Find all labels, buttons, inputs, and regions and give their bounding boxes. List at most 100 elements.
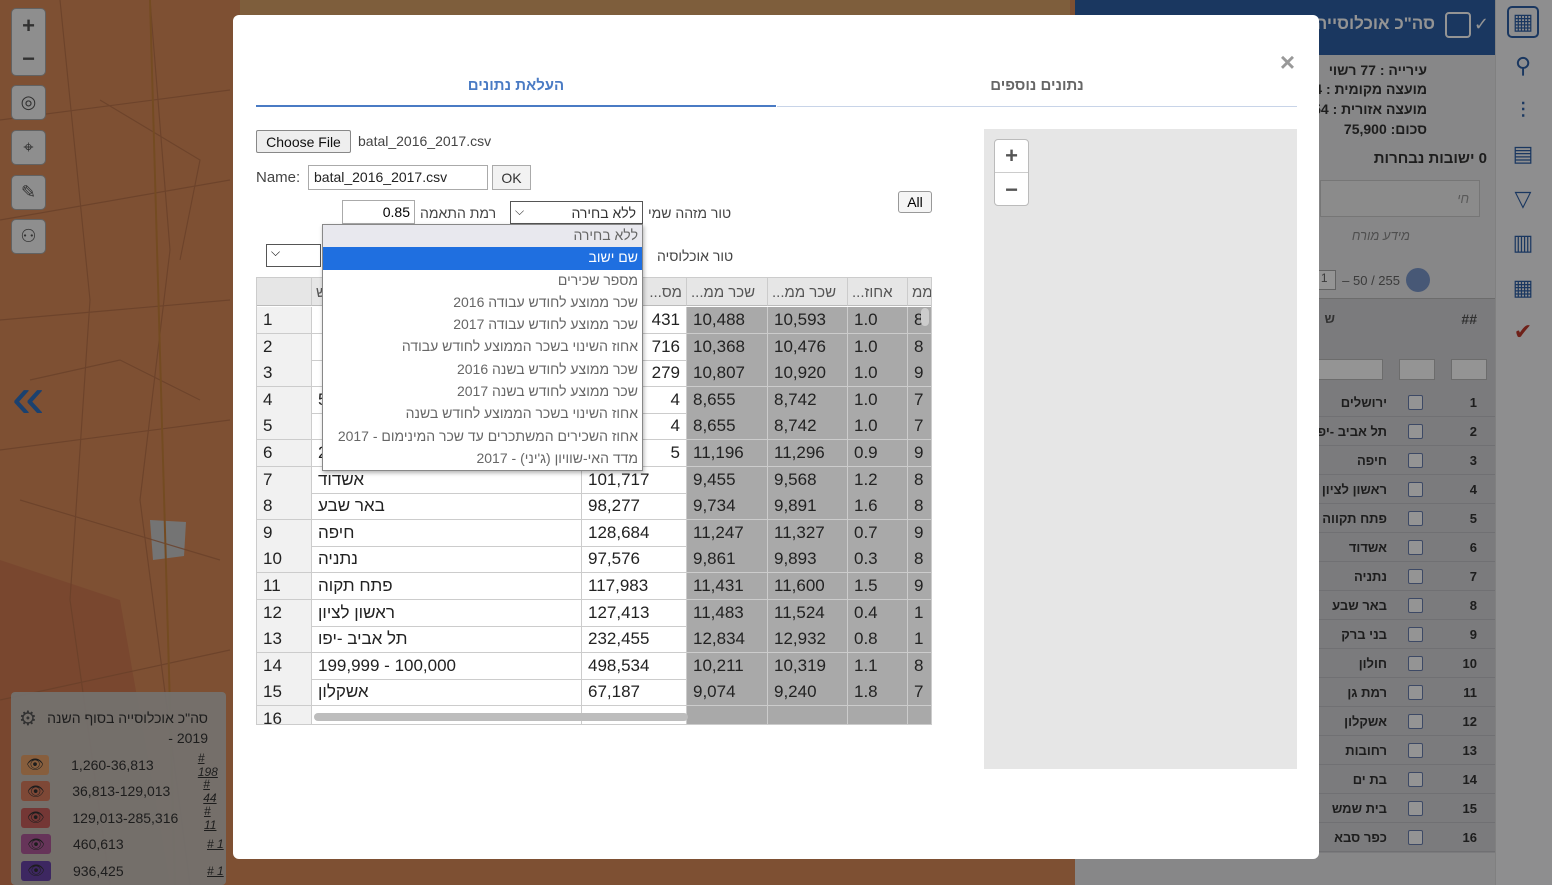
grid-cell[interactable]: 4: [257, 386, 312, 414]
grid-cell[interactable]: תל אביב -יפו: [312, 626, 582, 654]
grid-header[interactable]: ...אחוז: [848, 278, 908, 306]
preview-map[interactable]: + −: [984, 129, 1297, 769]
grid-cell[interactable]: 10,319: [768, 652, 848, 680]
grid-cell[interactable]: 1.6: [848, 493, 908, 521]
all-button[interactable]: All: [898, 191, 932, 213]
grid-cell[interactable]: [687, 706, 768, 724]
grid-cell[interactable]: 9: [908, 360, 931, 388]
grid-cell[interactable]: 9: [908, 519, 931, 547]
dropdown-option[interactable]: שם ישוב: [323, 247, 642, 270]
name-field[interactable]: batal_2016_2017.csv: [308, 165, 488, 190]
grid-cell[interactable]: 98,277: [582, 493, 687, 521]
grid-cell[interactable]: 0.7: [848, 519, 908, 547]
zoom-in-button[interactable]: +: [995, 140, 1028, 173]
grid-cell[interactable]: 9,893: [768, 546, 848, 574]
dropdown-option[interactable]: ללא בחירה: [323, 225, 642, 248]
grid-cell[interactable]: 11,524: [768, 599, 848, 627]
grid-cell[interactable]: 7: [908, 386, 931, 414]
grid-cell[interactable]: 127,413: [582, 599, 687, 627]
grid-cell[interactable]: 10,211: [687, 652, 768, 680]
grid-cell[interactable]: 10,476: [768, 333, 848, 361]
dropdown-option[interactable]: אחוז השינוי בשכר הממוצע לחודש בשנה: [323, 403, 642, 425]
grid-cell[interactable]: 11: [257, 573, 312, 600]
grid-cell[interactable]: 9,861: [687, 546, 768, 574]
grid-cell[interactable]: 11,431: [687, 573, 768, 600]
close-icon[interactable]: ×: [1280, 47, 1295, 78]
id-column-dropdown[interactable]: ללא בחירה שם ישוב מספר שכירים שכר ממוצע לחו…: [322, 224, 643, 471]
grid-cell[interactable]: 12,834: [687, 626, 768, 654]
grid-cell[interactable]: 16: [257, 706, 312, 724]
grid-cell[interactable]: 117,983: [582, 573, 687, 600]
grid-cell[interactable]: 8: [908, 546, 931, 574]
grid-cell[interactable]: 8,655: [687, 386, 768, 414]
grid-cell[interactable]: 12,932: [768, 626, 848, 654]
grid-cell[interactable]: 97,576: [582, 546, 687, 574]
grid-cell[interactable]: 7: [257, 466, 312, 494]
grid-cell[interactable]: 1.0: [848, 360, 908, 388]
grid-cell[interactable]: 0.9: [848, 440, 908, 467]
grid-cell[interactable]: [908, 706, 931, 724]
dropdown-option[interactable]: מדד האי-שוויון (ג'יני) - 2017: [323, 448, 642, 470]
id-column-select[interactable]: ⌵ ללא בחירה: [510, 201, 643, 224]
grid-cell[interactable]: 9: [257, 519, 312, 547]
dropdown-option[interactable]: שכר ממוצע לחודש בשנה 2017: [323, 381, 642, 403]
choose-file-button[interactable]: Choose File: [256, 130, 351, 153]
grid-cell[interactable]: 6: [257, 440, 312, 467]
grid-cell[interactable]: 8: [908, 466, 931, 494]
grid-header[interactable]: ...שכר ממ: [687, 278, 768, 306]
grid-cell[interactable]: 8,742: [768, 386, 848, 414]
grid-cell[interactable]: 10,368: [687, 333, 768, 361]
grid-header[interactable]: ...שכר ממ: [768, 278, 848, 306]
grid-cell[interactable]: 1: [257, 307, 312, 334]
grid-cell[interactable]: 1: [908, 626, 931, 654]
grid-cell[interactable]: 1.0: [848, 413, 908, 441]
dropdown-option[interactable]: שכר ממוצע לחודש בשנה 2016: [323, 359, 642, 381]
grid-cell[interactable]: ראשון לציון: [312, 599, 582, 627]
grid-cell[interactable]: 10: [257, 546, 312, 574]
horizontal-scrollbar[interactable]: [314, 713, 688, 721]
grid-cell[interactable]: 11,483: [687, 599, 768, 627]
grid-cell[interactable]: 11,247: [687, 519, 768, 547]
grid-cell[interactable]: 9: [908, 440, 931, 467]
grid-cell[interactable]: 8: [908, 652, 931, 680]
dropdown-option[interactable]: שכר ממוצע לחודש עבודה 2016: [323, 292, 642, 314]
grid-cell[interactable]: 9,568: [768, 466, 848, 494]
grid-cell[interactable]: 2: [257, 333, 312, 361]
grid-cell[interactable]: 12: [257, 599, 312, 627]
population-column-select[interactable]: ⌵: [266, 244, 321, 267]
grid-cell[interactable]: 0.3: [848, 546, 908, 574]
grid-cell[interactable]: 498,534: [582, 652, 687, 680]
grid-cell[interactable]: 67,187: [582, 679, 687, 707]
grid-header[interactable]: ממ: [908, 278, 931, 306]
grid-cell[interactable]: 1.1: [848, 652, 908, 680]
grid-cell[interactable]: 1.0: [848, 307, 908, 334]
grid-cell[interactable]: חיפה: [312, 519, 582, 547]
zoom-out-button[interactable]: −: [995, 173, 1028, 206]
grid-cell[interactable]: 0.8: [848, 626, 908, 654]
grid-cell[interactable]: 10,488: [687, 307, 768, 334]
grid-cell[interactable]: 13: [257, 626, 312, 654]
ok-button[interactable]: OK: [492, 165, 531, 190]
grid-cell[interactable]: 11,296: [768, 440, 848, 467]
grid-cell[interactable]: 1.5: [848, 573, 908, 600]
dropdown-option[interactable]: מספר שכירים: [323, 270, 642, 292]
grid-cell[interactable]: 7: [908, 679, 931, 707]
grid-cell[interactable]: 9: [908, 573, 931, 600]
grid-cell[interactable]: 3: [257, 360, 312, 388]
grid-cell[interactable]: 7: [908, 413, 931, 441]
grid-cell[interactable]: [848, 706, 908, 724]
dropdown-option[interactable]: שכר ממוצע לחודש עבודה 2017: [323, 314, 642, 336]
grid-cell[interactable]: 1: [908, 599, 931, 627]
grid-cell[interactable]: 8: [908, 333, 931, 361]
grid-cell[interactable]: 11,327: [768, 519, 848, 547]
grid-cell[interactable]: 232,455: [582, 626, 687, 654]
grid-cell[interactable]: נתניה: [312, 546, 582, 574]
grid-cell[interactable]: 9,240: [768, 679, 848, 707]
grid-cell[interactable]: 1.2: [848, 466, 908, 494]
grid-cell[interactable]: 10,593: [768, 307, 848, 334]
grid-cell[interactable]: 10,807: [687, 360, 768, 388]
match-level-input[interactable]: 0.85: [342, 200, 415, 224]
grid-cell[interactable]: 1.0: [848, 386, 908, 414]
tab-extra-data[interactable]: נתונים נוספים: [777, 77, 1297, 107]
grid-cell[interactable]: באר שבע: [312, 493, 582, 521]
